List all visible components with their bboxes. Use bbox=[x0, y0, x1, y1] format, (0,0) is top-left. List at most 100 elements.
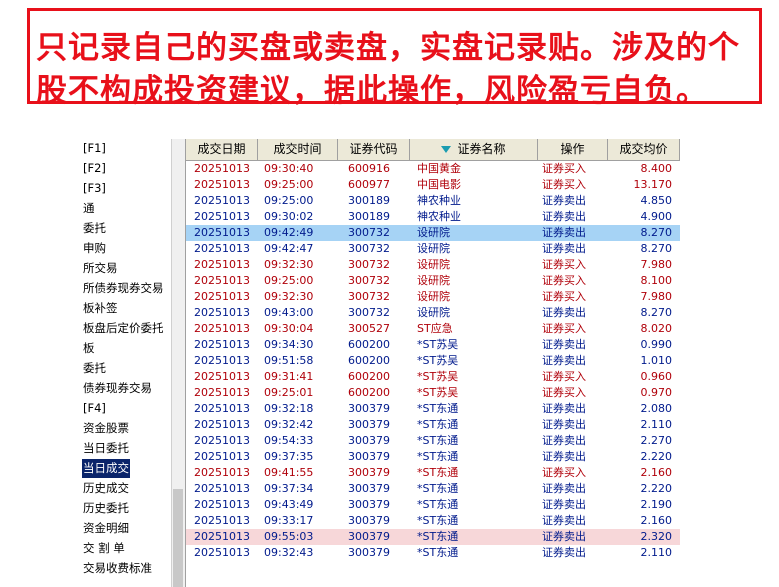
sidebar-item[interactable]: [F1] bbox=[82, 139, 107, 158]
header-trade-date[interactable]: 成交日期 bbox=[186, 139, 258, 160]
cell-date: 20251013 bbox=[194, 274, 250, 287]
cell-price: 8.100 bbox=[640, 274, 673, 287]
header-security-code[interactable]: 证券代码 bbox=[338, 139, 410, 160]
cell-date: 20251013 bbox=[194, 258, 250, 271]
cell-price: 7.980 bbox=[640, 258, 673, 271]
cell-name: *ST东通 bbox=[417, 434, 459, 447]
table-row[interactable]: 20251013 09:37:35 300379 *ST东通 证券卖出 2.220 bbox=[186, 449, 680, 465]
table-row[interactable]: 20251013 09:54:33 300379 *ST东通 证券卖出 2.270 bbox=[186, 433, 680, 449]
cell-code: 300732 bbox=[348, 274, 390, 287]
cell-op: 证券卖出 bbox=[542, 546, 586, 559]
sidebar-item[interactable]: [F2] bbox=[82, 159, 107, 178]
table-row[interactable]: 20251013 09:32:18 300379 *ST东通 证券卖出 2.080 bbox=[186, 401, 680, 417]
table-row[interactable]: 20251013 09:32:30 300732 设研院 证券买入 7.980 bbox=[186, 289, 680, 305]
scrollbar-thumb[interactable] bbox=[173, 489, 183, 587]
sort-down-triangle-icon bbox=[441, 146, 452, 153]
sidebar-item[interactable]: 历史成交 bbox=[82, 479, 130, 498]
sidebar-item[interactable]: 通 bbox=[82, 199, 96, 218]
table-row[interactable]: 20251013 09:25:00 600977 中国电影 证券买入 13.170 bbox=[186, 177, 680, 193]
table-row[interactable]: 20251013 09:37:34 300379 *ST东通 证券卖出 2.220 bbox=[186, 481, 680, 497]
table-row[interactable]: 20251013 09:30:04 300527 ST应急 证券买入 8.020 bbox=[186, 321, 680, 337]
sidebar-item[interactable]: 债券现券交易 bbox=[82, 379, 153, 398]
sidebar-item[interactable]: 交 割 单 bbox=[82, 539, 126, 558]
cell-code: 300379 bbox=[348, 418, 390, 431]
cell-time: 09:30:04 bbox=[264, 322, 314, 335]
table-row[interactable]: 20251013 09:25:01 600200 *ST苏吴 证券买入 0.970 bbox=[186, 385, 680, 401]
header-avg-price[interactable]: 成交均价 bbox=[608, 139, 680, 160]
cell-time: 09:25:01 bbox=[264, 386, 314, 399]
cell-op: 证券卖出 bbox=[542, 226, 586, 239]
cell-time: 09:30:40 bbox=[264, 162, 314, 175]
cell-name: *ST苏吴 bbox=[417, 338, 459, 351]
cell-op: 证券卖出 bbox=[542, 498, 586, 511]
cell-code: 300379 bbox=[348, 498, 390, 511]
cell-time: 09:32:30 bbox=[264, 258, 314, 271]
header-security-name[interactable]: 证券名称 bbox=[410, 139, 538, 160]
table-row[interactable]: 20251013 09:31:41 600200 *ST苏吴 证券买入 0.960 bbox=[186, 369, 680, 385]
cell-op: 证券卖出 bbox=[542, 434, 586, 447]
cell-code: 600977 bbox=[348, 178, 390, 191]
sidebar-item[interactable]: 委托 bbox=[82, 359, 107, 378]
table-row[interactable]: 20251013 09:55:03 300379 *ST东通 证券卖出 2.320 bbox=[186, 529, 680, 545]
cell-op: 证券卖出 bbox=[542, 514, 586, 527]
header-trade-time[interactable]: 成交时间 bbox=[258, 139, 338, 160]
cell-price: 2.220 bbox=[640, 450, 673, 463]
cell-date: 20251013 bbox=[194, 386, 250, 399]
table-row[interactable]: 20251013 09:25:00 300732 设研院 证券买入 8.100 bbox=[186, 273, 680, 289]
cell-price: 1.010 bbox=[640, 354, 673, 367]
table-row[interactable]: 20251013 09:34:30 600200 *ST苏吴 证券卖出 0.990 bbox=[186, 337, 680, 353]
sidebar-item[interactable]: 当日成交 bbox=[82, 459, 130, 478]
cell-name: 设研院 bbox=[417, 258, 450, 271]
cell-time: 09:32:30 bbox=[264, 290, 314, 303]
cell-time: 09:34:30 bbox=[264, 338, 314, 351]
table-row[interactable]: 20251013 09:51:58 600200 *ST苏吴 证券卖出 1.010 bbox=[186, 353, 680, 369]
sidebar-item[interactable]: 板补签 bbox=[82, 299, 119, 318]
cell-date: 20251013 bbox=[194, 466, 250, 479]
cell-code: 300732 bbox=[348, 226, 390, 239]
cell-code: 300379 bbox=[348, 482, 390, 495]
cell-name: *ST东通 bbox=[417, 466, 459, 479]
cell-name: 设研院 bbox=[417, 226, 450, 239]
table-header: 成交日期 成交时间 证券代码 证券名称 操作 成交均价 bbox=[186, 139, 680, 161]
sidebar-item[interactable]: 所交易 bbox=[82, 259, 119, 278]
cell-price: 13.170 bbox=[633, 178, 673, 191]
sidebar-item[interactable]: 板盘后定价委托 bbox=[82, 319, 165, 338]
disclaimer-banner: 只记录自己的买盘或卖盘，实盘记录贴。涉及的个 股不构成投资建议，据此操作，风险盈… bbox=[27, 8, 762, 109]
sidebar-scrollbar[interactable] bbox=[171, 139, 185, 587]
sidebar-item[interactable]: [F4] bbox=[82, 399, 107, 418]
sidebar-item[interactable]: 资金明细 bbox=[82, 519, 130, 538]
cell-price: 2.270 bbox=[640, 434, 673, 447]
sidebar-item[interactable]: 当日委托 bbox=[82, 439, 130, 458]
sidebar-item[interactable]: 交易收费标准 bbox=[82, 559, 153, 578]
sidebar-item[interactable]: [F3] bbox=[82, 179, 107, 198]
cell-date: 20251013 bbox=[194, 322, 250, 335]
cell-time: 09:32:18 bbox=[264, 402, 314, 415]
sidebar-item[interactable]: 资金股票 bbox=[82, 419, 130, 438]
sidebar-item[interactable]: 申购 bbox=[82, 239, 107, 258]
sidebar-item[interactable]: 板 bbox=[82, 339, 96, 358]
table-row[interactable]: 20251013 09:32:43 300379 *ST东通 证券卖出 2.110 bbox=[186, 545, 680, 561]
table-row[interactable]: 20251013 09:41:55 300379 *ST东通 证券买入 2.160 bbox=[186, 465, 680, 481]
trade-record-table: 成交日期 成交时间 证券代码 证券名称 操作 成交均价 20251013 09:3… bbox=[185, 139, 680, 587]
table-row[interactable]: 20251013 09:32:30 300732 设研院 证券买入 7.980 bbox=[186, 257, 680, 273]
cell-time: 09:32:42 bbox=[264, 418, 314, 431]
cell-code: 600200 bbox=[348, 370, 390, 383]
cell-price: 0.990 bbox=[640, 338, 673, 351]
cell-op: 证券买入 bbox=[542, 466, 586, 479]
table-row[interactable]: 20251013 09:42:47 300732 设研院 证券卖出 8.270 bbox=[186, 241, 680, 257]
sidebar-item[interactable]: 所债券现券交易 bbox=[82, 279, 165, 298]
sidebar-item[interactable]: 历史委托 bbox=[82, 499, 130, 518]
cell-price: 8.020 bbox=[640, 322, 673, 335]
table-row[interactable]: 20251013 09:32:42 300379 *ST东通 证券卖出 2.110 bbox=[186, 417, 680, 433]
table-row[interactable]: 20251013 09:43:00 300732 设研院 证券卖出 8.270 bbox=[186, 305, 680, 321]
sidebar-item[interactable]: 委托 bbox=[82, 219, 107, 238]
table-row[interactable]: 20251013 09:33:17 300379 *ST东通 证券卖出 2.160 bbox=[186, 513, 680, 529]
cell-code: 300527 bbox=[348, 322, 390, 335]
table-row[interactable]: 20251013 09:42:49 300732 设研院 证券卖出 8.270 bbox=[186, 225, 680, 241]
cell-price: 2.320 bbox=[640, 530, 673, 543]
header-operation[interactable]: 操作 bbox=[538, 139, 608, 160]
table-row[interactable]: 20251013 09:30:40 600916 中国黄金 证券买入 8.400 bbox=[186, 161, 680, 177]
table-row[interactable]: 20251013 09:30:02 300189 神农种业 证券卖出 4.900 bbox=[186, 209, 680, 225]
table-row[interactable]: 20251013 09:43:49 300379 *ST东通 证券卖出 2.190 bbox=[186, 497, 680, 513]
table-row[interactable]: 20251013 09:25:00 300189 神农种业 证券卖出 4.850 bbox=[186, 193, 680, 209]
